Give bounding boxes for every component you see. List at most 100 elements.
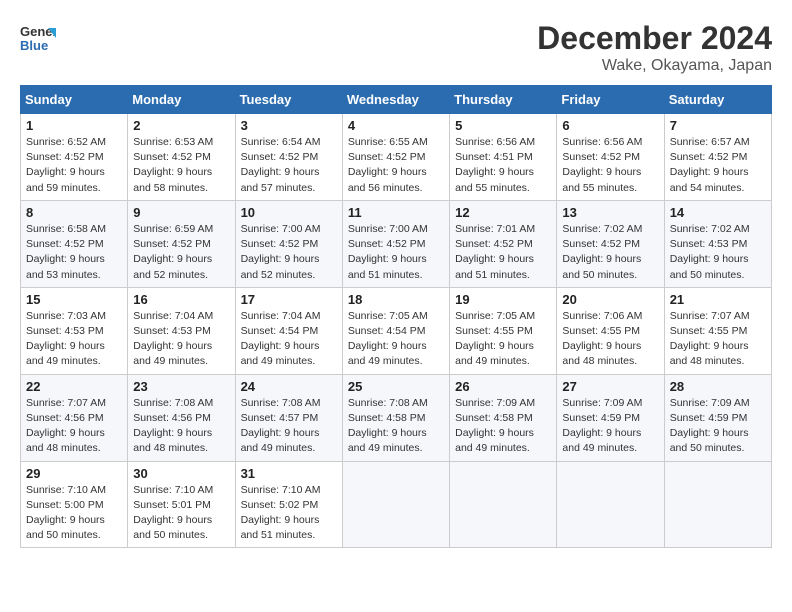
calendar-cell: 9 Sunrise: 6:59 AMSunset: 4:52 PMDayligh… — [128, 200, 235, 287]
day-number: 7 — [670, 118, 766, 133]
day-number: 10 — [241, 205, 337, 220]
calendar-cell — [664, 461, 771, 548]
location-title: Wake, Okayama, Japan — [537, 57, 772, 75]
day-number: 14 — [670, 205, 766, 220]
calendar-cell: 11 Sunrise: 7:00 AMSunset: 4:52 PMDaylig… — [342, 200, 449, 287]
col-thursday: Thursday — [450, 86, 557, 114]
day-info: Sunrise: 7:09 AMSunset: 4:59 PMDaylight:… — [562, 397, 642, 455]
day-info: Sunrise: 7:10 AMSunset: 5:01 PMDaylight:… — [133, 484, 213, 542]
day-info: Sunrise: 7:02 AMSunset: 4:52 PMDaylight:… — [562, 223, 642, 281]
calendar-cell: 1 Sunrise: 6:52 AMSunset: 4:52 PMDayligh… — [21, 114, 128, 201]
month-title: December 2024 — [537, 20, 772, 57]
col-sunday: Sunday — [21, 86, 128, 114]
day-info: Sunrise: 7:07 AMSunset: 4:56 PMDaylight:… — [26, 397, 106, 455]
page-header: General Blue December 2024 Wake, Okayama… — [20, 20, 772, 75]
day-info: Sunrise: 7:10 AMSunset: 5:00 PMDaylight:… — [26, 484, 106, 542]
day-info: Sunrise: 7:09 AMSunset: 4:59 PMDaylight:… — [670, 397, 750, 455]
col-friday: Friday — [557, 86, 664, 114]
day-number: 5 — [455, 118, 551, 133]
calendar-cell: 3 Sunrise: 6:54 AMSunset: 4:52 PMDayligh… — [235, 114, 342, 201]
day-info: Sunrise: 7:05 AMSunset: 4:55 PMDaylight:… — [455, 310, 535, 368]
calendar-cell: 10 Sunrise: 7:00 AMSunset: 4:52 PMDaylig… — [235, 200, 342, 287]
calendar-cell — [557, 461, 664, 548]
calendar-cell: 28 Sunrise: 7:09 AMSunset: 4:59 PMDaylig… — [664, 374, 771, 461]
day-info: Sunrise: 6:53 AMSunset: 4:52 PMDaylight:… — [133, 136, 213, 194]
col-monday: Monday — [128, 86, 235, 114]
calendar-cell: 17 Sunrise: 7:04 AMSunset: 4:54 PMDaylig… — [235, 287, 342, 374]
day-number: 27 — [562, 379, 658, 394]
calendar-cell: 26 Sunrise: 7:09 AMSunset: 4:58 PMDaylig… — [450, 374, 557, 461]
calendar-cell: 24 Sunrise: 7:08 AMSunset: 4:57 PMDaylig… — [235, 374, 342, 461]
day-info: Sunrise: 7:00 AMSunset: 4:52 PMDaylight:… — [348, 223, 428, 281]
day-info: Sunrise: 7:01 AMSunset: 4:52 PMDaylight:… — [455, 223, 535, 281]
day-info: Sunrise: 7:08 AMSunset: 4:56 PMDaylight:… — [133, 397, 213, 455]
calendar-cell: 29 Sunrise: 7:10 AMSunset: 5:00 PMDaylig… — [21, 461, 128, 548]
day-number: 30 — [133, 466, 229, 481]
day-info: Sunrise: 7:09 AMSunset: 4:58 PMDaylight:… — [455, 397, 535, 455]
calendar-cell: 30 Sunrise: 7:10 AMSunset: 5:01 PMDaylig… — [128, 461, 235, 548]
day-info: Sunrise: 7:04 AMSunset: 4:53 PMDaylight:… — [133, 310, 213, 368]
calendar-cell: 2 Sunrise: 6:53 AMSunset: 4:52 PMDayligh… — [128, 114, 235, 201]
day-number: 11 — [348, 205, 444, 220]
day-number: 2 — [133, 118, 229, 133]
calendar-cell: 21 Sunrise: 7:07 AMSunset: 4:55 PMDaylig… — [664, 287, 771, 374]
day-number: 17 — [241, 292, 337, 307]
svg-text:General: General — [20, 24, 56, 39]
calendar-cell: 20 Sunrise: 7:06 AMSunset: 4:55 PMDaylig… — [557, 287, 664, 374]
day-info: Sunrise: 6:57 AMSunset: 4:52 PMDaylight:… — [670, 136, 750, 194]
day-number: 21 — [670, 292, 766, 307]
day-number: 31 — [241, 466, 337, 481]
day-info: Sunrise: 7:02 AMSunset: 4:53 PMDaylight:… — [670, 223, 750, 281]
calendar-week-row: 1 Sunrise: 6:52 AMSunset: 4:52 PMDayligh… — [21, 114, 772, 201]
day-number: 8 — [26, 205, 122, 220]
calendar-cell: 18 Sunrise: 7:05 AMSunset: 4:54 PMDaylig… — [342, 287, 449, 374]
calendar-cell: 25 Sunrise: 7:08 AMSunset: 4:58 PMDaylig… — [342, 374, 449, 461]
calendar-cell: 5 Sunrise: 6:56 AMSunset: 4:51 PMDayligh… — [450, 114, 557, 201]
day-number: 19 — [455, 292, 551, 307]
day-number: 4 — [348, 118, 444, 133]
calendar-week-row: 15 Sunrise: 7:03 AMSunset: 4:53 PMDaylig… — [21, 287, 772, 374]
calendar-cell: 6 Sunrise: 6:56 AMSunset: 4:52 PMDayligh… — [557, 114, 664, 201]
calendar-cell: 13 Sunrise: 7:02 AMSunset: 4:52 PMDaylig… — [557, 200, 664, 287]
calendar-header-row: Sunday Monday Tuesday Wednesday Thursday… — [21, 86, 772, 114]
calendar-cell: 16 Sunrise: 7:04 AMSunset: 4:53 PMDaylig… — [128, 287, 235, 374]
calendar-cell: 4 Sunrise: 6:55 AMSunset: 4:52 PMDayligh… — [342, 114, 449, 201]
day-info: Sunrise: 7:08 AMSunset: 4:58 PMDaylight:… — [348, 397, 428, 455]
day-number: 15 — [26, 292, 122, 307]
svg-text:Blue: Blue — [20, 38, 48, 53]
calendar-cell: 14 Sunrise: 7:02 AMSunset: 4:53 PMDaylig… — [664, 200, 771, 287]
logo: General Blue — [20, 20, 60, 56]
day-number: 23 — [133, 379, 229, 394]
day-number: 1 — [26, 118, 122, 133]
day-number: 24 — [241, 379, 337, 394]
calendar-week-row: 22 Sunrise: 7:07 AMSunset: 4:56 PMDaylig… — [21, 374, 772, 461]
day-number: 22 — [26, 379, 122, 394]
calendar-cell: 31 Sunrise: 7:10 AMSunset: 5:02 PMDaylig… — [235, 461, 342, 548]
day-info: Sunrise: 6:55 AMSunset: 4:52 PMDaylight:… — [348, 136, 428, 194]
day-number: 28 — [670, 379, 766, 394]
day-info: Sunrise: 7:00 AMSunset: 4:52 PMDaylight:… — [241, 223, 321, 281]
calendar-cell: 19 Sunrise: 7:05 AMSunset: 4:55 PMDaylig… — [450, 287, 557, 374]
day-info: Sunrise: 6:56 AMSunset: 4:52 PMDaylight:… — [562, 136, 642, 194]
day-info: Sunrise: 7:10 AMSunset: 5:02 PMDaylight:… — [241, 484, 321, 542]
calendar-cell: 23 Sunrise: 7:08 AMSunset: 4:56 PMDaylig… — [128, 374, 235, 461]
day-number: 25 — [348, 379, 444, 394]
calendar-cell: 8 Sunrise: 6:58 AMSunset: 4:52 PMDayligh… — [21, 200, 128, 287]
day-info: Sunrise: 7:07 AMSunset: 4:55 PMDaylight:… — [670, 310, 750, 368]
day-info: Sunrise: 6:56 AMSunset: 4:51 PMDaylight:… — [455, 136, 535, 194]
day-number: 29 — [26, 466, 122, 481]
col-wednesday: Wednesday — [342, 86, 449, 114]
day-number: 12 — [455, 205, 551, 220]
day-number: 9 — [133, 205, 229, 220]
day-number: 16 — [133, 292, 229, 307]
day-info: Sunrise: 7:03 AMSunset: 4:53 PMDaylight:… — [26, 310, 106, 368]
day-number: 6 — [562, 118, 658, 133]
calendar-cell: 7 Sunrise: 6:57 AMSunset: 4:52 PMDayligh… — [664, 114, 771, 201]
col-tuesday: Tuesday — [235, 86, 342, 114]
day-number: 26 — [455, 379, 551, 394]
day-info: Sunrise: 6:52 AMSunset: 4:52 PMDaylight:… — [26, 136, 106, 194]
calendar-cell: 22 Sunrise: 7:07 AMSunset: 4:56 PMDaylig… — [21, 374, 128, 461]
day-number: 13 — [562, 205, 658, 220]
calendar-cell: 27 Sunrise: 7:09 AMSunset: 4:59 PMDaylig… — [557, 374, 664, 461]
calendar-week-row: 29 Sunrise: 7:10 AMSunset: 5:00 PMDaylig… — [21, 461, 772, 548]
